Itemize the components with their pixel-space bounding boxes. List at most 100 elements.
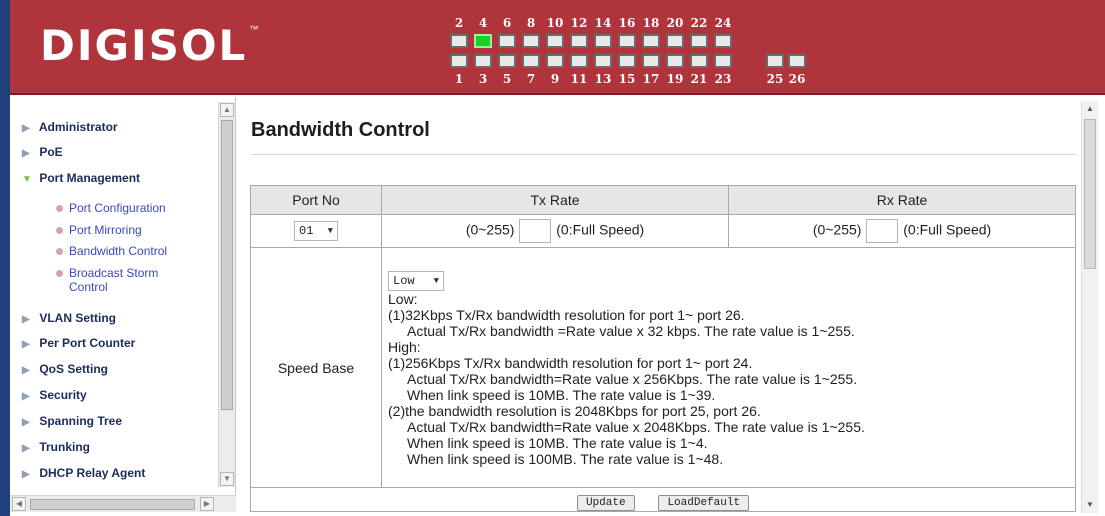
port-12-status — [570, 34, 588, 48]
port-number-label: 9 — [550, 72, 560, 86]
sidebar-item-per-port-counter[interactable]: ▶ Per Port Counter — [10, 336, 220, 350]
port-number-label: 17 — [642, 72, 660, 86]
submenu-item-port-configuration[interactable]: Port Configuration — [10, 201, 220, 217]
scroll-down-icon[interactable]: ▼ — [1083, 498, 1097, 512]
arrow-right-icon: ▶ — [22, 314, 30, 325]
scroll-up-icon[interactable]: ▲ — [1083, 102, 1097, 116]
port-number-label: 15 — [618, 72, 636, 86]
sidebar-item-port-management[interactable]: ▼ Port Management — [10, 171, 220, 185]
port-3-status — [474, 54, 492, 68]
speed-high-heading: High: — [388, 338, 421, 355]
port-number-label: 26 — [788, 72, 806, 86]
port-21-status — [690, 54, 708, 68]
digisol-logo: DIGISOL ™ — [40, 21, 258, 70]
speed-base-cell: Low ▼ Low: (1)32Kbps Tx/Rx bandwidth res… — [381, 247, 1076, 488]
sidebar-item-label: PoE — [39, 145, 63, 159]
port-17-status — [642, 54, 660, 68]
port-14-status — [594, 34, 612, 48]
port-select-value: 01 — [299, 224, 314, 238]
port-number-label: 13 — [594, 72, 612, 86]
logo-text: DIGISOL — [40, 20, 248, 70]
port-number-label: 12 — [570, 16, 588, 30]
bullet-icon — [56, 227, 63, 234]
rx-rate-input[interactable] — [866, 219, 899, 243]
bullet-icon — [56, 248, 63, 255]
arrow-right-icon: ▶ — [22, 443, 30, 454]
load-default-button[interactable]: LoadDefault — [658, 495, 750, 511]
submenu-label: Broadcast Storm Control — [69, 266, 159, 294]
scroll-right-icon[interactable]: ▶ — [200, 497, 214, 511]
port-8-status — [522, 34, 540, 48]
speed-high-line-2b: When link speed is 10MB. The rate value … — [407, 434, 708, 451]
port-number-label: 3 — [478, 72, 488, 86]
column-header-port-no: Port No — [250, 185, 382, 215]
sidebar-item-security[interactable]: ▶ Security — [10, 388, 220, 402]
rx-rate-cell: (0~255) (0:Full Speed) — [728, 214, 1076, 248]
bullet-icon — [56, 205, 63, 212]
arrow-right-icon: ▶ — [22, 417, 30, 428]
speed-high-line-2: (2)the bandwidth resolution is 2048Kbps … — [388, 402, 761, 419]
sidebar-item-spanning-tree[interactable]: ▶ Spanning Tree — [10, 414, 220, 428]
sidebar-horizontal-scrollbar[interactable]: ◀ ▶ — [10, 495, 236, 512]
port-number-label: 25 — [766, 72, 784, 86]
port-number-label: 6 — [502, 16, 512, 30]
table-row: 01 ▼ (0~255) (0:Full Speed) (0~255) (0:F… — [250, 214, 1076, 248]
port-number-label: 22 — [690, 16, 708, 30]
rx-full-speed-hint: (0:Full Speed) — [903, 221, 992, 238]
sidebar-item-qos-setting[interactable]: ▶ QoS Setting — [10, 362, 220, 376]
port-22-status — [690, 34, 708, 48]
sidebar-vertical-scrollbar[interactable]: ▲ ▼ — [218, 102, 235, 487]
sidebar-item-administrator[interactable]: ▶ Administrator — [10, 120, 220, 134]
port-number-label: 20 — [666, 16, 684, 30]
sidebar-item-label: Port Management — [39, 171, 141, 185]
sidebar-item-label: Trunking — [39, 440, 91, 454]
speed-base-select[interactable]: Low ▼ — [388, 270, 444, 291]
sidebar-item-dhcp-relay-agent[interactable]: ▶ DHCP Relay Agent — [10, 466, 220, 480]
port-1-status — [450, 54, 468, 68]
scrollbar-thumb[interactable] — [221, 120, 233, 410]
arrow-right-icon: ▶ — [22, 339, 30, 350]
update-button[interactable]: Update — [576, 495, 635, 511]
scrollbar-thumb[interactable] — [30, 499, 195, 510]
speed-high-line-1b: When link speed is 10MB. The rate value … — [407, 386, 716, 403]
scrollbar-thumb[interactable] — [1084, 119, 1096, 269]
sidebar-item-poe[interactable]: ▶ PoE — [10, 145, 220, 159]
left-frame-strip — [0, 0, 10, 516]
port-15-status — [618, 54, 636, 68]
port-select[interactable]: 01 ▼ — [294, 221, 338, 241]
title-divider — [251, 154, 1076, 155]
speed-select-value: Low — [393, 273, 415, 288]
tx-full-speed-hint: (0:Full Speed) — [556, 221, 645, 238]
speed-high-line-2c: When link speed is 100MB. The rate value… — [407, 450, 724, 467]
submenu-item-broadcast-storm-control[interactable]: Broadcast Storm Control — [10, 266, 220, 296]
port-status-panel: 2 4 6 8 10 12 14 16 18 20 22 24 1 3 5 7 9 11 13 15 17 19 21 23 2… — [448, 12, 828, 92]
table-header-row: Port No Tx Rate Rx Rate — [250, 185, 1076, 215]
submenu-item-bandwidth-control[interactable]: Bandwidth Control — [10, 244, 220, 260]
port-24-status — [714, 34, 732, 48]
main-vertical-scrollbar[interactable]: ▲ ▼ — [1081, 101, 1098, 513]
sidebar-item-label: Security — [39, 388, 87, 402]
speed-low-line-1: (1)32Kbps Tx/Rx bandwidth resolution for… — [388, 306, 745, 323]
scroll-down-icon[interactable]: ▼ — [220, 472, 234, 486]
port-number-label: 4 — [478, 16, 488, 30]
sidebar-item-label: DHCP Relay Agent — [39, 466, 146, 480]
arrow-right-icon: ▶ — [22, 365, 30, 376]
submenu-item-port-mirroring[interactable]: Port Mirroring — [10, 223, 220, 239]
scroll-up-icon[interactable]: ▲ — [220, 103, 234, 117]
port-number-label: 11 — [570, 72, 588, 86]
sidebar-item-trunking[interactable]: ▶ Trunking — [10, 440, 220, 454]
port-number-label: 16 — [618, 16, 636, 30]
port-2-status — [450, 34, 468, 48]
sidebar-item-vlan-setting[interactable]: ▶ VLAN Setting — [10, 311, 220, 325]
scroll-left-icon[interactable]: ◀ — [12, 497, 26, 511]
port-25-status — [766, 54, 784, 68]
submenu-label: Bandwidth Control — [69, 244, 168, 258]
bullet-icon — [56, 270, 63, 277]
speed-high-line-1a: Actual Tx/Rx bandwidth=Rate value x 256K… — [407, 370, 858, 387]
tx-rate-cell: (0~255) (0:Full Speed) — [381, 214, 729, 248]
port-9-status — [546, 54, 564, 68]
arrow-right-icon: ▶ — [22, 148, 30, 159]
port-19-status — [666, 54, 684, 68]
tx-rate-input[interactable] — [519, 219, 552, 243]
port-number-label: 5 — [502, 72, 512, 86]
